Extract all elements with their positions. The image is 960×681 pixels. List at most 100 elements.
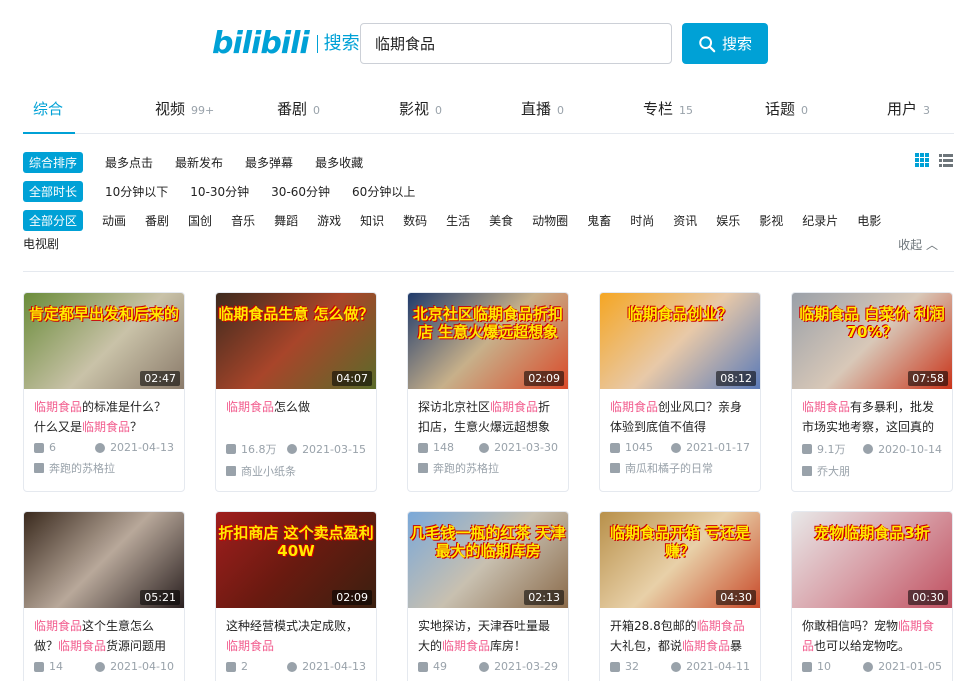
clock-icon bbox=[671, 442, 682, 453]
video-title[interactable]: 开箱28.8包邮的临期食品大礼包，都说临期食品暴利， bbox=[600, 608, 760, 656]
tab-film[interactable]: 影视 0 bbox=[399, 98, 442, 119]
filter-option[interactable]: 电影 bbox=[857, 212, 881, 229]
filter-option[interactable]: 资讯 bbox=[673, 212, 697, 229]
tab-user[interactable]: 用户 3 bbox=[887, 98, 930, 119]
grid-view-icon[interactable] bbox=[914, 152, 930, 168]
keyword-highlight: 临期食品 bbox=[82, 420, 131, 434]
video-title[interactable]: 你敢相信吗？宠物临期食品也可以给宠物吃。 bbox=[792, 608, 952, 656]
video-card[interactable]: 临期食品 白菜价 利润70%？ 07:58 临期食品有多暴利，批发市场实地考察，这回… bbox=[791, 292, 953, 492]
filter-option[interactable]: 知识 bbox=[360, 212, 384, 229]
filter-option[interactable]: 10分钟以下 bbox=[105, 183, 168, 200]
filter-option[interactable]: 生活 bbox=[446, 212, 470, 229]
video-thumbnail[interactable]: 临期食品生意 怎么做？ 04:07 bbox=[216, 293, 376, 389]
video-thumbnail[interactable]: 临期食品开箱 亏还是赚？ 04:30 bbox=[600, 512, 760, 608]
video-title[interactable]: 临期食品怎么做 bbox=[216, 389, 376, 437]
filter-option[interactable]: 纪录片 bbox=[802, 212, 838, 229]
video-duration: 08:12 bbox=[716, 371, 756, 386]
uploader[interactable]: 奔跑的苏格拉 bbox=[408, 454, 568, 476]
video-meta: 49 2021-03-29 bbox=[408, 656, 568, 673]
tab-all[interactable]: 综合 bbox=[33, 98, 69, 119]
video-card[interactable]: 肯定都早出发和后来的 02:47 临期食品的标准是什么？什么又是临期食品？ 6 2021… bbox=[23, 292, 185, 492]
uploader[interactable]: 奔跑的苏格拉 bbox=[24, 454, 184, 476]
filter-option[interactable]: 娱乐 bbox=[716, 212, 740, 229]
thumbnail-caption: 北京社区临期食品折扣店 生意火爆远超想象 bbox=[412, 305, 563, 341]
video-title[interactable]: 临期食品的标准是什么？什么又是临期食品？ bbox=[24, 389, 184, 437]
filter-option[interactable]: 音乐 bbox=[231, 212, 255, 229]
video-thumbnail[interactable]: 临期食品 白菜价 利润70%？ 07:58 bbox=[792, 293, 952, 389]
tab-article[interactable]: 专栏 15 bbox=[643, 98, 693, 119]
video-title[interactable]: 探访北京社区临期食品折扣店，生意火爆远超想象 bbox=[408, 389, 568, 437]
clock-icon bbox=[863, 661, 874, 672]
uploader[interactable]: 商业小纸条 bbox=[216, 457, 376, 479]
video-card[interactable]: 几毛钱一瓶的红茶 天津最大的临期库房 02:13 实地探访，天津吞吐量最大的临期食品… bbox=[407, 511, 569, 681]
bilibili-logo[interactable]: bilibili 搜索 bbox=[212, 28, 360, 60]
keyword-highlight: 临期食品 bbox=[490, 400, 539, 414]
search-input[interactable]: 临期食品 bbox=[360, 23, 672, 64]
filter-option[interactable]: 动画 bbox=[102, 212, 126, 229]
thumbnail-caption: 几毛钱一瓶的红茶 天津最大的临期库房 bbox=[410, 524, 566, 560]
video-thumbnail[interactable]: 宠物临期食品3折 00:30 bbox=[792, 512, 952, 608]
filter-option[interactable]: 动物圈 bbox=[532, 212, 568, 229]
filter-option[interactable]: 电视剧 bbox=[23, 235, 59, 252]
tab-label: 视频 bbox=[155, 100, 186, 118]
video-duration: 02:47 bbox=[140, 371, 180, 386]
video-thumbnail[interactable]: 北京社区临期食品折扣店 生意火爆远超想象 02:09 bbox=[408, 293, 568, 389]
tab-live[interactable]: 直播 0 bbox=[521, 98, 564, 119]
upload-date-value: 2021-04-13 bbox=[110, 441, 174, 454]
video-title[interactable]: 实地探访，天津吞吐量最大的临期食品库房！ bbox=[408, 608, 568, 656]
filter-option[interactable]: 60分钟以上 bbox=[352, 183, 415, 200]
uploader[interactable]: 乔大朋 bbox=[792, 457, 952, 479]
filter-option[interactable]: 最新发布 bbox=[175, 154, 223, 171]
collapse-filters-button[interactable]: 收起 ︿ bbox=[898, 236, 938, 253]
filter-option[interactable]: 时尚 bbox=[630, 212, 654, 229]
video-card[interactable]: 折扣商店 这个卖点盈利40W 02:09 这种经营模式决定成败， 临期食品 2 2021-… bbox=[215, 511, 377, 681]
filter-option[interactable]: 10-30分钟 bbox=[190, 183, 249, 200]
video-card[interactable]: 北京社区临期食品折扣店 生意火爆远超想象 02:09 探访北京社区临期食品折扣店，生… bbox=[407, 292, 569, 492]
filter-option[interactable]: 国创 bbox=[188, 212, 212, 229]
tab-bangumi[interactable]: 番剧 0 bbox=[277, 98, 320, 119]
filter-option[interactable]: 最多收藏 bbox=[315, 154, 363, 171]
play-count-value: 32 bbox=[625, 660, 639, 673]
keyword-highlight: 临期食品 bbox=[226, 400, 275, 414]
video-title[interactable]: 这种经营模式决定成败， 临期食品 bbox=[216, 608, 376, 656]
tab-label: 话题 bbox=[765, 100, 796, 118]
filter-option[interactable]: 影视 bbox=[759, 212, 783, 229]
video-thumbnail[interactable]: 几毛钱一瓶的红茶 天津最大的临期库房 02:13 bbox=[408, 512, 568, 608]
video-card[interactable]: 临期食品创业？ 08:12 临期食品创业风口？亲身体验到底值不值得 1045 2021-… bbox=[599, 292, 761, 492]
video-title[interactable]: 临期食品创业风口？亲身体验到底值不值得 bbox=[600, 389, 760, 437]
filter-option[interactable]: 数码 bbox=[403, 212, 427, 229]
tab-video[interactable]: 视频 99+ bbox=[155, 98, 214, 119]
filter-option[interactable]: 游戏 bbox=[317, 212, 341, 229]
tab-topic[interactable]: 话题 0 bbox=[765, 98, 808, 119]
video-thumbnail[interactable]: 折扣商店 这个卖点盈利40W 02:09 bbox=[216, 512, 376, 608]
filter-option[interactable]: 番剧 bbox=[145, 212, 169, 229]
uploader-icon bbox=[418, 463, 428, 473]
filter-option[interactable]: 30-60分钟 bbox=[271, 183, 330, 200]
video-card[interactable]: 临期食品生意 怎么做？ 04:07 临期食品怎么做 16.8万 2021-03-15 商业… bbox=[215, 292, 377, 492]
filter-option[interactable]: 全部分区 bbox=[23, 209, 84, 231]
thumbnail-caption: 折扣商店 这个卖点盈利40W bbox=[218, 524, 374, 560]
search-button[interactable]: 搜索 bbox=[682, 23, 768, 64]
video-thumbnail[interactable]: 临期食品创业？ 08:12 bbox=[600, 293, 760, 389]
video-thumbnail[interactable]: 肯定都早出发和后来的 02:47 bbox=[24, 293, 184, 389]
video-card[interactable]: 05:21 临期食品这个生意怎么做？临期食品货源问题用这个方 14 2021-04-1… bbox=[23, 511, 185, 681]
filter-option[interactable]: 综合排序 bbox=[23, 151, 84, 173]
video-card[interactable]: 宠物临期食品3折 00:30 你敢相信吗？宠物临期食品也可以给宠物吃。 10 2021-… bbox=[791, 511, 953, 681]
filter-option[interactable]: 全部时长 bbox=[23, 180, 84, 202]
title-text: 探访北京社区 bbox=[418, 400, 491, 414]
play-icon bbox=[610, 661, 620, 672]
filter-option[interactable]: 最多点击 bbox=[105, 154, 153, 171]
uploader[interactable]: 南瓜和橘子的日常 bbox=[600, 454, 760, 476]
list-view-icon[interactable] bbox=[938, 152, 954, 168]
video-title[interactable]: 临期食品这个生意怎么做？临期食品货源问题用这个方 bbox=[24, 608, 184, 656]
video-thumbnail[interactable]: 05:21 bbox=[24, 512, 184, 608]
video-meta: 32 2021-04-11 bbox=[600, 656, 760, 673]
filter-option[interactable]: 最多弹幕 bbox=[245, 154, 293, 171]
filter-option[interactable]: 舞蹈 bbox=[274, 212, 298, 229]
filter-option[interactable]: 鬼畜 bbox=[587, 212, 611, 229]
clock-icon bbox=[479, 661, 490, 672]
play-icon bbox=[34, 661, 44, 672]
video-card[interactable]: 临期食品开箱 亏还是赚？ 04:30 开箱28.8包邮的临期食品大礼包，都说临期食品… bbox=[599, 511, 761, 681]
filter-option[interactable]: 美食 bbox=[489, 212, 513, 229]
video-title[interactable]: 临期食品有多暴利，批发市场实地考察，这回真的刷新 bbox=[792, 389, 952, 437]
